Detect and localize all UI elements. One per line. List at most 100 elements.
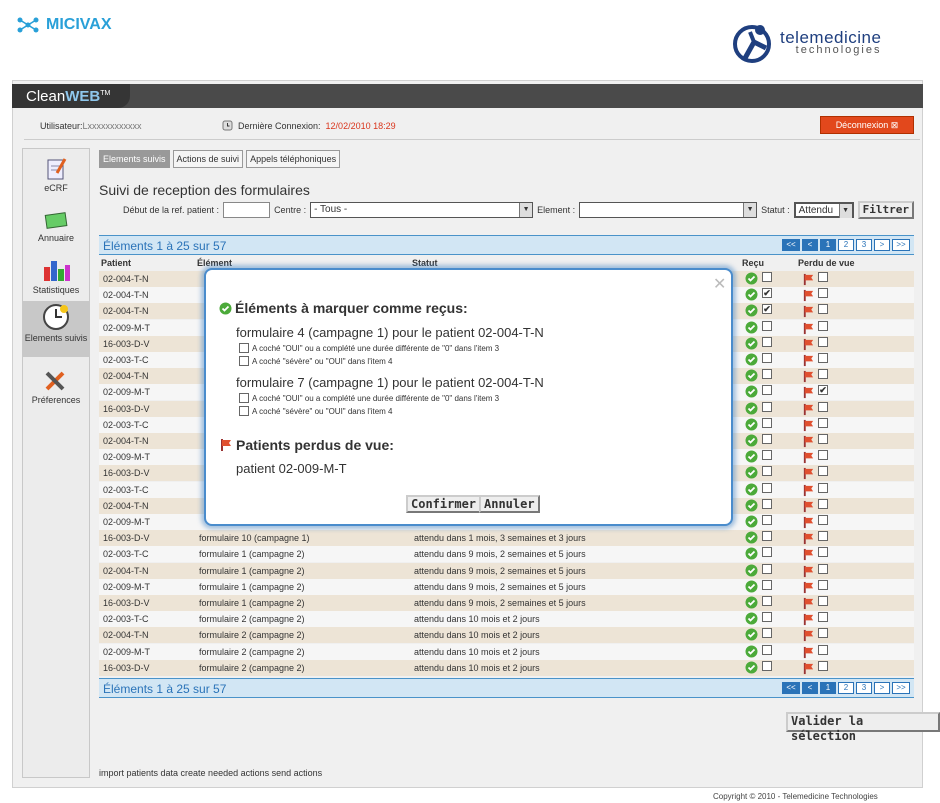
received-checkbox[interactable]	[762, 498, 772, 509]
status-select[interactable]: Attendu ▼	[793, 202, 854, 218]
sidebar-item-ecrf[interactable]: eCRF	[23, 157, 89, 193]
lost-checkbox[interactable]	[818, 288, 828, 299]
received-checkbox[interactable]	[762, 466, 772, 477]
lost-checkbox[interactable]	[818, 644, 828, 655]
received-checkbox[interactable]	[762, 434, 772, 444]
received-checkbox[interactable]	[762, 385, 772, 396]
lost-checkbox[interactable]	[818, 596, 828, 606]
sidebar-item-preferences[interactable]: Préferences	[23, 369, 89, 405]
option-checkbox[interactable]	[239, 393, 249, 403]
tab-elements-suivis[interactable]: Elements suivis	[99, 150, 170, 168]
lost-checkbox[interactable]	[818, 450, 828, 461]
lost-checkbox[interactable]	[818, 579, 828, 590]
lost-checkbox[interactable]	[818, 628, 828, 639]
tab-actions-de-suivi[interactable]: Actions de suivi	[172, 150, 244, 168]
received-checkbox[interactable]	[762, 612, 772, 623]
received-checkbox[interactable]: ✔	[762, 288, 772, 299]
page-button-1[interactable]: 1	[820, 239, 836, 251]
page-button-3[interactable]: 3	[856, 239, 872, 251]
lost-checkbox[interactable]	[818, 466, 828, 477]
red-flag-icon	[802, 613, 815, 628]
lost-checkbox[interactable]	[818, 563, 828, 574]
next-page-button[interactable]: >	[874, 682, 890, 694]
received-checkbox[interactable]	[762, 353, 772, 363]
form-2-option-2[interactable]: A coché "sévère" ou "OUI" dans l'item 4	[239, 406, 393, 416]
received-checkbox[interactable]	[762, 531, 772, 542]
sidebar-item-elements-suivis[interactable]: Elements suivis	[23, 301, 89, 357]
lost-checkbox[interactable]	[818, 515, 828, 525]
element-select[interactable]: ▼	[579, 202, 758, 218]
last-page-button[interactable]: >>	[892, 682, 910, 694]
cell-patient: 02-009-M-T	[103, 581, 151, 592]
sidebar-item-annuaire[interactable]: Annuaire	[23, 209, 89, 243]
received-checkbox[interactable]	[762, 369, 772, 380]
page-button-2[interactable]: 2	[838, 239, 854, 251]
confirm-button[interactable]: Confirmer	[406, 495, 482, 513]
cell-element: formulaire 2 (campagne 2)	[199, 614, 305, 625]
form-2-option-1[interactable]: A coché "OUI" ou a complété une durée di…	[239, 393, 499, 403]
prev-page-button[interactable]: <	[802, 239, 818, 251]
received-checkbox[interactable]	[762, 401, 772, 412]
cell-patient: 16-003-D-V	[103, 403, 150, 414]
lost-checkbox[interactable]	[818, 531, 828, 542]
option-checkbox[interactable]	[239, 343, 249, 353]
lost-checkbox[interactable]	[818, 482, 828, 493]
received-checkbox[interactable]	[762, 320, 772, 331]
next-page-button[interactable]: >	[874, 239, 890, 251]
lost-checkbox[interactable]	[818, 336, 828, 347]
received-checkbox[interactable]	[762, 596, 772, 606]
received-checkbox[interactable]	[762, 336, 772, 347]
centre-select[interactable]: - Tous - ▼	[310, 202, 534, 218]
lost-checkbox[interactable]: ✔	[818, 385, 828, 396]
received-checkbox[interactable]	[762, 450, 772, 461]
form-1-option-2[interactable]: A coché "sévère" ou "OUI" dans l'item 4	[239, 356, 393, 366]
received-checkbox[interactable]: ✔	[762, 304, 772, 315]
lost-checkbox[interactable]	[818, 498, 828, 509]
received-checkbox[interactable]	[762, 417, 772, 428]
lost-checkbox[interactable]	[818, 547, 828, 558]
cell-patient: 02-004-T-N	[103, 274, 149, 284]
lost-checkbox[interactable]	[818, 417, 828, 428]
received-checkbox[interactable]	[762, 515, 772, 525]
prev-page-button[interactable]: <	[802, 682, 818, 694]
lost-checkbox[interactable]	[818, 304, 828, 315]
close-box-icon: ⊠	[890, 120, 899, 130]
sidebar-item-statistiques[interactable]: Statistiques	[23, 257, 89, 295]
lost-checkbox[interactable]	[818, 369, 828, 380]
lost-checkbox[interactable]	[818, 434, 828, 444]
received-checkbox[interactable]	[762, 660, 772, 671]
received-checkbox[interactable]	[762, 628, 772, 639]
form-1-option-1[interactable]: A coché "OUI" ou a complété une durée di…	[239, 343, 499, 353]
option-checkbox[interactable]	[239, 406, 249, 416]
first-page-button[interactable]: <<	[782, 682, 800, 694]
validate-selection-button[interactable]: Valider la sélection	[786, 712, 940, 743]
tab-appels-telephoniques[interactable]: Appels téléphoniques	[246, 150, 341, 168]
page-button-3[interactable]: 3	[856, 682, 872, 694]
received-checkbox[interactable]	[762, 482, 772, 493]
lost-checkbox[interactable]	[818, 612, 828, 623]
received-checkbox[interactable]	[762, 644, 772, 655]
last-page-button[interactable]: >>	[892, 239, 910, 251]
lost-checkbox[interactable]	[818, 272, 828, 282]
lost-checkbox[interactable]	[818, 353, 828, 363]
lost-checkbox[interactable]	[818, 660, 828, 671]
logout-button[interactable]: Déconnexion ⊠	[820, 116, 914, 134]
lost-checkbox[interactable]	[818, 320, 828, 331]
received-checkbox[interactable]	[762, 547, 772, 558]
received-checkbox[interactable]	[762, 579, 772, 590]
check-icon	[745, 515, 758, 530]
filter-bar: Début de la ref. patient : Centre : - To…	[123, 201, 914, 219]
first-page-button[interactable]: <<	[782, 239, 800, 251]
page-button-2[interactable]: 2	[838, 682, 854, 694]
check-icon	[745, 645, 758, 660]
received-checkbox[interactable]	[762, 272, 772, 282]
received-checkbox[interactable]	[762, 563, 772, 574]
close-icon[interactable]: ✕	[713, 274, 726, 294]
filter-button[interactable]: Filtrer	[857, 201, 914, 219]
ref-input[interactable]	[223, 202, 271, 218]
page-button-1[interactable]: 1	[820, 682, 836, 694]
dropdown-arrow-icon: ▼	[519, 203, 533, 217]
lost-checkbox[interactable]	[818, 401, 828, 412]
cancel-button[interactable]: Annuler	[479, 495, 540, 513]
option-checkbox[interactable]	[239, 356, 249, 366]
